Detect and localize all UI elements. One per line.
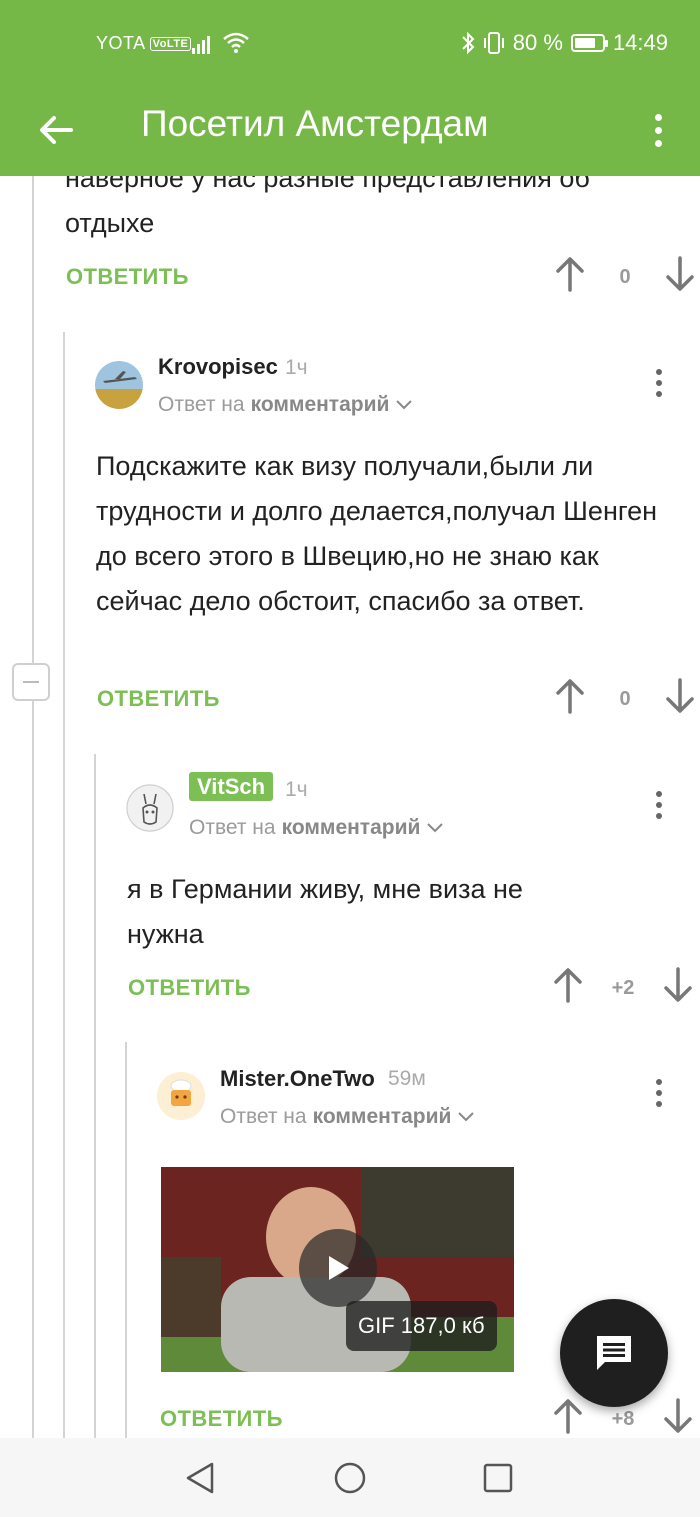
gif-size-badge: GIF 187,0 кб bbox=[346, 1301, 497, 1351]
comments-thread[interactable]: наверное у нас разные представления об о… bbox=[0, 176, 700, 1438]
reply-button[interactable]: ОТВЕТИТЬ bbox=[128, 975, 251, 1001]
minus-icon bbox=[23, 681, 39, 683]
carrier-label: YOTA VoLTE bbox=[96, 33, 192, 54]
avatar-image bbox=[157, 1072, 205, 1120]
reply-to-target: комментарий bbox=[250, 393, 390, 416]
author-name[interactable]: Mister.OneTwo bbox=[220, 1066, 375, 1092]
more-vertical-icon bbox=[656, 791, 662, 797]
signal-icon bbox=[192, 36, 210, 54]
wifi-icon bbox=[223, 32, 249, 53]
author-name[interactable]: Krovopisec bbox=[158, 354, 278, 380]
vote-control: 0 bbox=[555, 678, 695, 722]
vibrate-icon bbox=[483, 32, 504, 54]
avatar[interactable] bbox=[157, 1072, 205, 1120]
nav-back-button[interactable] bbox=[180, 1458, 220, 1498]
triangle-back-icon bbox=[186, 1462, 214, 1494]
more-vertical-icon bbox=[654, 113, 662, 121]
thread-line bbox=[94, 754, 96, 1438]
write-comment-button[interactable] bbox=[560, 1299, 668, 1407]
comment-icon bbox=[597, 1336, 631, 1370]
thread-line bbox=[63, 332, 65, 1438]
comment-menu-button[interactable] bbox=[649, 363, 669, 403]
nav-home-button[interactable] bbox=[330, 1458, 370, 1498]
reply-to-prefix: Ответ на bbox=[158, 393, 245, 416]
carrier-name: YOTA bbox=[96, 33, 146, 53]
vote-control: +2 bbox=[553, 967, 693, 1011]
more-vertical-icon bbox=[656, 369, 662, 375]
reply-to-prefix: Ответ на bbox=[189, 816, 276, 839]
back-button[interactable] bbox=[30, 104, 82, 156]
arrow-down-icon[interactable] bbox=[663, 1398, 693, 1434]
status-right: 80 % 14:49 bbox=[461, 30, 668, 56]
vote-control: 0 bbox=[555, 256, 695, 300]
comment-text: я в Германии живу, мне виза не нужна bbox=[127, 874, 523, 949]
reply-to-link[interactable]: Ответ на комментарий bbox=[189, 816, 444, 840]
avatar-image bbox=[95, 361, 143, 409]
square-recents-icon bbox=[483, 1463, 513, 1493]
comment-menu-button[interactable] bbox=[649, 1073, 669, 1113]
arrow-down-icon[interactable] bbox=[663, 967, 693, 1003]
comment-text: Подскажите как визу получали,были ли тру… bbox=[96, 451, 658, 616]
play-icon bbox=[329, 1256, 349, 1280]
more-options-button[interactable] bbox=[644, 102, 672, 158]
app-bar: Посетил Амстердам bbox=[0, 88, 700, 176]
battery-icon bbox=[570, 34, 608, 52]
arrow-down-icon[interactable] bbox=[665, 678, 695, 714]
more-vertical-icon bbox=[656, 1079, 662, 1085]
arrow-left-icon bbox=[40, 116, 73, 144]
status-bar: YOTA VoLTE 80 % 14:49 bbox=[0, 0, 700, 88]
reply-to-prefix: Ответ на bbox=[220, 1105, 307, 1128]
reply-to-target: комментарий bbox=[312, 1105, 452, 1128]
collapse-thread-button[interactable] bbox=[12, 663, 50, 701]
comment-time: 1ч bbox=[285, 778, 308, 801]
circle-home-icon bbox=[334, 1462, 366, 1494]
chevron-down-icon bbox=[427, 823, 444, 833]
reply-to-link[interactable]: Ответ на комментарий bbox=[158, 393, 413, 417]
author-name[interactable]: VitSch bbox=[189, 772, 274, 801]
reply-to-link[interactable]: Ответ на комментарий bbox=[220, 1105, 475, 1129]
bluetooth-icon bbox=[462, 31, 475, 55]
volte-badge: VoLTE bbox=[149, 37, 192, 51]
reply-button[interactable]: ОТВЕТИТЬ bbox=[97, 686, 220, 712]
reply-button[interactable]: ОТВЕТИТЬ bbox=[66, 264, 189, 290]
clock: 14:49 bbox=[612, 30, 668, 55]
comment-time: 59м bbox=[388, 1067, 426, 1090]
author-badge: VitSch bbox=[189, 772, 274, 801]
reply-button[interactable]: ОТВЕТИТЬ bbox=[160, 1406, 283, 1432]
avatar[interactable] bbox=[126, 784, 174, 832]
comment-text: наверное у нас разные представления об о… bbox=[65, 176, 590, 238]
nav-recents-button[interactable] bbox=[478, 1458, 518, 1498]
system-nav-bar bbox=[0, 1438, 700, 1517]
chevron-down-icon bbox=[396, 400, 413, 410]
comment-time: 1ч bbox=[285, 356, 308, 379]
thread-line bbox=[125, 1042, 127, 1438]
page-title: Посетил Амстердам bbox=[141, 103, 489, 144]
battery-fill bbox=[574, 38, 595, 48]
reply-to-target: комментарий bbox=[281, 816, 421, 839]
gif-attachment[interactable]: GIF 187,0 кб bbox=[161, 1167, 514, 1372]
avatar-image bbox=[126, 784, 174, 832]
avatar[interactable] bbox=[95, 361, 143, 409]
comment-menu-button[interactable] bbox=[649, 785, 669, 825]
thread-line bbox=[32, 176, 34, 1438]
battery-percent: 80 % bbox=[512, 30, 563, 55]
top-bar: YOTA VoLTE 80 % 14:49 Посетил Амстердам bbox=[0, 0, 700, 176]
chevron-down-icon bbox=[458, 1112, 475, 1122]
play-button[interactable] bbox=[299, 1229, 377, 1307]
arrow-down-icon[interactable] bbox=[665, 256, 695, 292]
